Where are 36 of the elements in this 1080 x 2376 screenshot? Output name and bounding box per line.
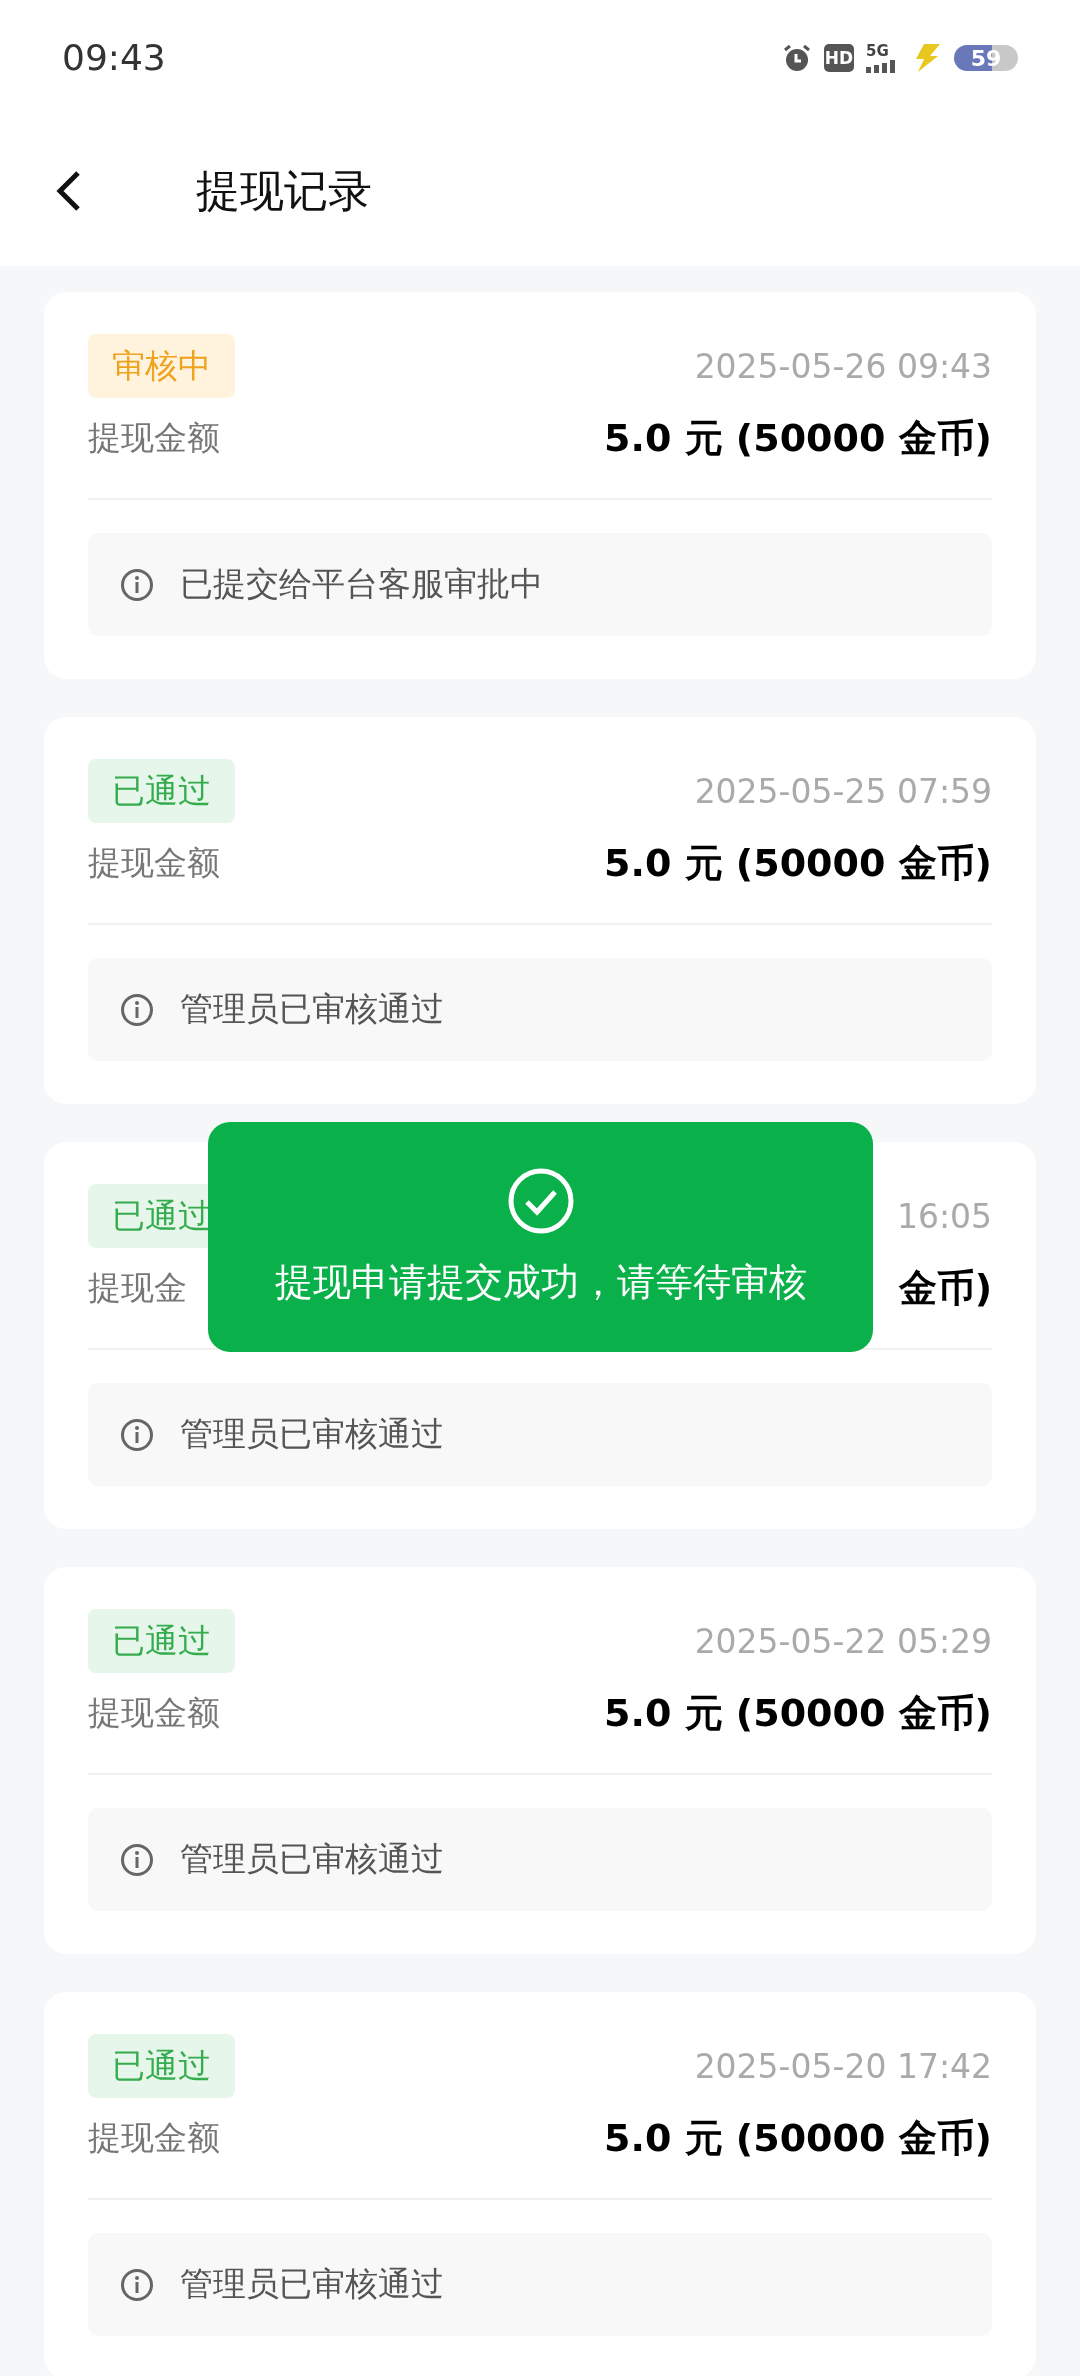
check-circle-icon xyxy=(506,1166,575,1235)
toast-message: 提现申请提交成功，请等待审核 xyxy=(274,1258,807,1306)
info-icon xyxy=(120,2267,154,2302)
info-icon xyxy=(120,992,154,1027)
note-text: 管理员已审核通过 xyxy=(180,988,444,1030)
hd-icon: HD xyxy=(824,44,854,72)
record-date: 2025-05-20 17:42 xyxy=(694,2046,992,2086)
record-date: 2025-05-26 09:43 xyxy=(694,346,992,386)
status-badge: 已通过 xyxy=(88,759,235,823)
info-icon xyxy=(120,567,154,602)
alarm-clock-icon xyxy=(782,43,812,73)
amount-label: 提现金额 xyxy=(88,1691,220,1734)
status-badge: 已通过 xyxy=(88,1609,235,1673)
info-icon xyxy=(120,1417,154,1452)
note-text: 管理员已审核通过 xyxy=(180,1838,444,1880)
clock-time: 09:43 xyxy=(62,36,166,78)
page-title: 提现记录 xyxy=(196,163,372,218)
record-date: 16:05 xyxy=(896,1196,992,1236)
amount-value: 金币) xyxy=(898,1264,992,1312)
amount-value: 5.0 元 (50000 金币) xyxy=(604,414,992,462)
amount-label: 提现金额 xyxy=(88,841,220,884)
record-date: 2025-05-22 05:29 xyxy=(694,1621,992,1661)
amount-label: 提现金额 xyxy=(88,2116,220,2159)
network-type: 5G xyxy=(866,43,889,59)
info-icon xyxy=(120,1842,154,1877)
note-text: 已提交给平台客服审批中 xyxy=(180,563,543,605)
amount-label: 提现金额 xyxy=(88,416,220,459)
amount-value: 5.0 元 (50000 金币) xyxy=(604,1689,992,1737)
status-badge: 审核中 xyxy=(88,334,235,398)
amount-value: 5.0 元 (50000 金币) xyxy=(604,2114,992,2162)
status-badge: 已通过 xyxy=(88,2034,235,2098)
record-date: 2025-05-25 07:59 xyxy=(694,771,992,811)
note-text: 管理员已审核通过 xyxy=(180,2263,444,2305)
amount-label: 提现金 xyxy=(88,1266,187,1309)
amount-value: 5.0 元 (50000 金币) xyxy=(604,839,992,887)
note-text: 管理员已审核通过 xyxy=(180,1413,444,1455)
